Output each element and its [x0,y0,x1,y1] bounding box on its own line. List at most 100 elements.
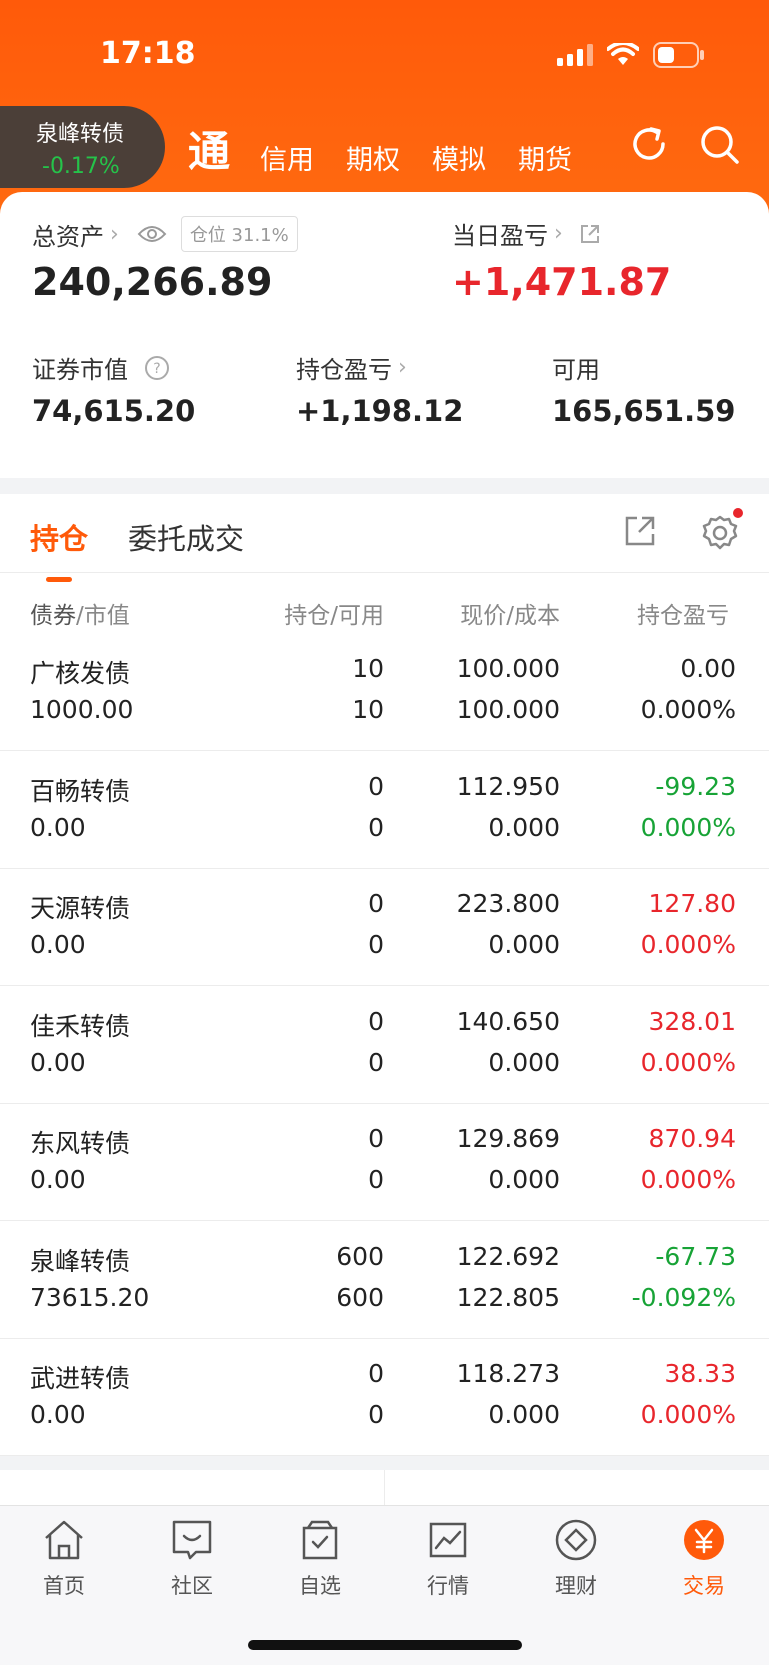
holding-qty: 0 [368,1359,384,1388]
share-icon[interactable] [579,223,601,245]
table-row[interactable]: 广核发债 1000.00 10 10 100.000 100.000 0.00 0.000% [0,634,769,751]
chart-icon [429,1522,467,1558]
holding-pnl: 38.33 [664,1359,736,1388]
holding-pnl-label[interactable]: 持仓盈亏 [296,350,392,385]
tab-label: 交易 [683,1574,725,1598]
current-price: 118.273 [456,1359,560,1388]
bond-market-value: 1000.00 [30,695,134,724]
tab-trade[interactable]: 交易 [640,1518,768,1600]
bond-market-value: 0.00 [30,812,86,842]
tab-label: 社区 [171,1574,213,1598]
bond-name: 佳禾转债 [30,1011,131,1041]
refresh-icon[interactable] [627,122,671,166]
holding-pnl: -99.23 [655,771,736,801]
cost-price: 100.000 [456,695,560,724]
tab-positions[interactable]: 持仓 [30,516,88,582]
holding-qty: 600 [336,1241,384,1271]
column-headers: 债券/市值 持仓/可用 现价/成本 持仓盈亏 [0,596,769,629]
watchlist-icon [302,1520,338,1560]
chevron-right-icon: › [398,355,407,380]
chevron-right-icon: › [554,221,563,246]
table-row[interactable]: 佳禾转债 0.00 0 0 140.650 0.000 328.01 0.000% [0,987,769,1104]
holdings-tabs: 持仓 委托成交 [30,516,244,582]
available-value: 165,651.59 [552,394,736,428]
available-label: 可用 [552,356,600,384]
eye-icon[interactable] [137,224,167,244]
table-row[interactable]: 武进转债 0.00 0 0 118.273 0.000 38.33 0.000% [0,1339,769,1456]
table-row[interactable]: 东风转债 0.00 0 0 129.869 0.000 870.94 0.000% [0,1104,769,1221]
bond-name: 武进转债 [30,1364,131,1393]
bottom-strip [0,1470,769,1506]
ticker-name: 泉峰转债 [36,122,125,147]
daily-pnl-label[interactable]: 当日盈亏 [452,216,548,251]
cost-price: 0.000 [488,1400,560,1429]
tab-label: 自选 [299,1574,341,1598]
bond-market-value: 0.00 [30,1400,86,1429]
holding-pnl-pct: 0.000% [640,1400,736,1429]
export-icon[interactable] [623,514,657,548]
holding-pnl-pct: 0.000% [640,695,736,724]
tab-home[interactable]: 首页 [0,1518,128,1600]
holding-pnl: 870.94 [648,1124,736,1153]
help-icon[interactable]: ? [144,355,170,381]
home-icon [45,1520,83,1560]
current-price: 122.692 [456,1241,560,1271]
holding-pnl-pct: 0.000% [640,812,736,842]
holding-qty: 0 [368,889,384,918]
table-row[interactable]: 泉峰转债 73615.20 600 600 122.692 122.805 -67.73 -0… [0,1222,769,1339]
tab-community[interactable]: 社区 [128,1518,256,1600]
tab-orders[interactable]: 委托成交 [128,516,244,558]
bond-name: 东风转债 [30,1129,131,1158]
tab-market[interactable]: 行情 [384,1518,512,1600]
cost-price: 0.000 [488,1165,560,1194]
holdings-actions [623,508,743,556]
tab-wealth[interactable]: 理财 [512,1518,640,1600]
tab-label: 行情 [427,1574,469,1598]
current-price: 100.000 [456,654,560,683]
tab-simulation[interactable]: 模拟 [432,143,486,179]
holding-pnl-pct: 0.000% [640,930,736,959]
daily-pnl-value: +1,471.87 [452,260,672,304]
table-row[interactable]: 天源转债 0.00 0 0 223.800 0.000 127.80 0.000% [0,869,769,986]
available-qty: 0 [368,812,384,842]
total-assets-value: 240,266.89 [32,260,273,304]
cost-price: 0.000 [488,812,560,842]
position-ratio-badge: 仓位 31.1% [180,216,298,252]
current-price: 112.950 [456,771,560,801]
ticker-change: -0.17% [42,154,120,179]
chat-icon [172,1520,212,1560]
yen-icon [684,1520,724,1560]
floating-ticker[interactable]: 泉峰转债 -0.17% [0,106,165,188]
bond-market-value: 0.00 [30,930,86,959]
holding-pnl-pct: -0.092% [631,1282,736,1312]
settings-button[interactable] [701,508,743,556]
tab-credit[interactable]: 信用 [260,143,314,179]
bond-name: 泉峰转债 [30,1246,131,1276]
bond-market-value: 0.00 [30,1047,86,1077]
bond-market-value: 73615.20 [30,1282,150,1312]
table-row[interactable]: 百畅转债 0.00 0 0 112.950 0.000 -99.23 0.000% [0,752,769,869]
tab-options[interactable]: 期权 [346,143,400,179]
holding-pnl: 127.80 [648,889,736,918]
tab-watchlist[interactable]: 自选 [256,1518,384,1600]
cost-price: 0.000 [488,1047,560,1077]
col-holding-available: 持仓/可用 [284,603,384,629]
holding-pnl: -67.73 [655,1241,736,1271]
signal-icon [557,44,593,66]
diamond-icon [555,1519,597,1561]
search-icon[interactable] [697,122,741,166]
available-qty: 0 [368,1047,384,1077]
available-qty: 600 [336,1282,384,1312]
holding-qty: 10 [352,654,384,683]
current-price: 140.650 [456,1006,560,1036]
bond-name: 天源转债 [30,894,131,923]
total-assets-label[interactable]: 总资产 [32,217,104,252]
cost-price: 0.000 [488,930,560,959]
holding-qty: 0 [368,1006,384,1036]
tab-futures[interactable]: 期货 [518,143,572,179]
bond-market-value: 0.00 [30,1165,86,1194]
current-price: 223.800 [456,889,560,918]
available-qty: 10 [352,695,384,724]
notification-dot [733,508,743,518]
holding-pnl: 0.00 [680,654,736,683]
